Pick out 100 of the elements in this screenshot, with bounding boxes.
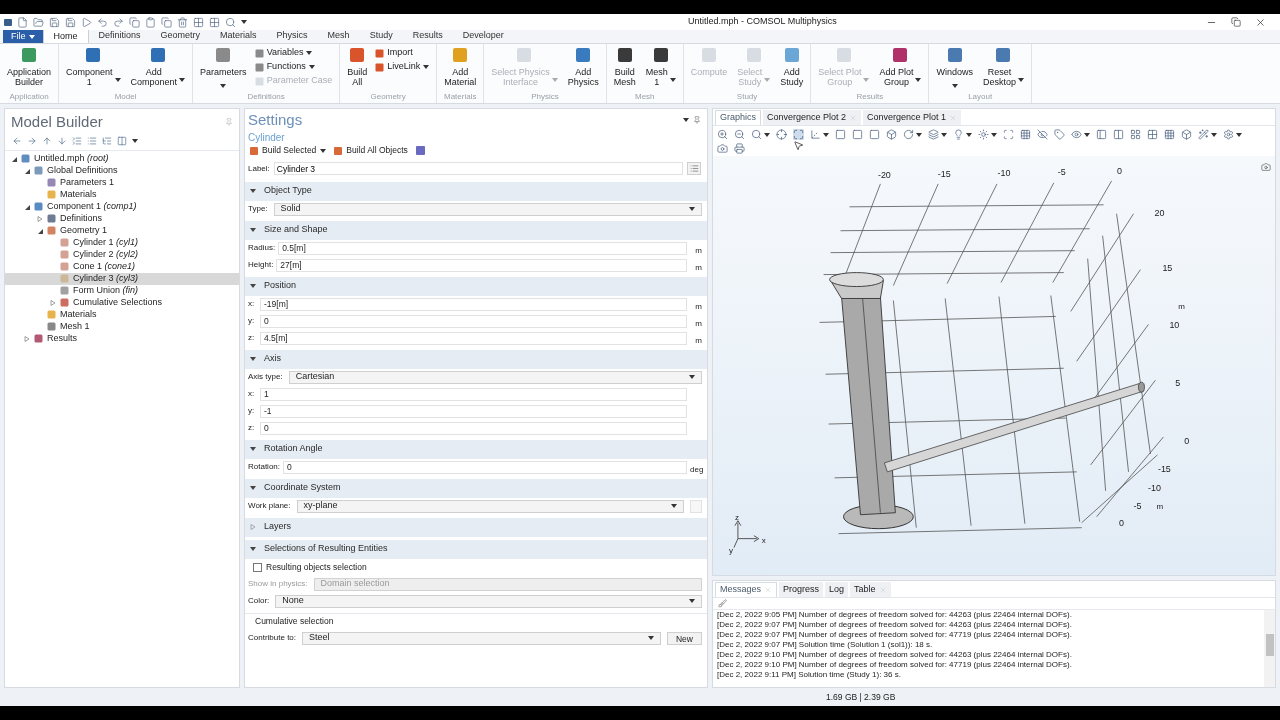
expanded-icon[interactable] [37, 227, 43, 234]
ribbon-button[interactable]: Import [375, 46, 430, 60]
dropdown[interactable]: None [275, 594, 702, 608]
toolbar-button[interactable] [953, 129, 972, 140]
panel-tab[interactable]: Convergence Plot 2 [763, 110, 862, 125]
text-field[interactable]: 1 [260, 387, 687, 401]
toolbar-button[interactable] [903, 129, 922, 140]
ribbon-button[interactable]: Parameters [196, 44, 251, 90]
text-field[interactable]: 27[m] [276, 258, 687, 272]
tree-item[interactable]: Cylinder 3 (cyl3) [5, 272, 239, 285]
ribbon-button[interactable]: Mesh 1 [641, 44, 680, 87]
ribbon-button[interactable]: Add Material [440, 44, 481, 87]
ribbon-button[interactable]: Add Component [126, 44, 190, 87]
ribbon-tab[interactable]: Physics [266, 29, 318, 43]
ribbon-tab[interactable]: Study [359, 29, 403, 43]
panel-tab[interactable]: Graphics [715, 110, 761, 125]
text-field[interactable]: -1 [260, 404, 687, 418]
panel-tab[interactable]: Table [850, 582, 891, 597]
tree-item[interactable]: Form Union (fin) [5, 284, 239, 297]
tree-item[interactable]: Global Definitions [5, 164, 239, 177]
dropdown[interactable]: Cartesian [288, 370, 702, 384]
restore-button[interactable] [1231, 17, 1241, 27]
collapsed-icon[interactable] [50, 299, 56, 306]
ribbon-button[interactable]: Add Study [776, 44, 808, 87]
scrollbar[interactable] [1264, 610, 1275, 687]
tree-item[interactable]: Definitions [5, 212, 239, 225]
tree-item[interactable]: Geometry 1 [5, 224, 239, 237]
text-field[interactable]: Cylinder 3 [273, 162, 683, 175]
toolbar-button[interactable] [928, 129, 947, 140]
dropdown[interactable]: xy-plane [296, 499, 684, 513]
ribbon-tab[interactable]: Definitions [88, 29, 151, 43]
tree-item[interactable]: Mesh 1 [5, 320, 239, 333]
tree-item[interactable]: Cone 1 (cone1) [5, 260, 239, 273]
toolbar-button[interactable] [751, 129, 770, 140]
new-button[interactable]: New [667, 631, 702, 645]
tree-item[interactable]: Cylinder 2 (cyl2) [5, 248, 239, 261]
ribbon-button[interactable]: Add Physics [563, 44, 603, 87]
toolbar-button[interactable] [1223, 129, 1242, 140]
toolbar-button[interactable] [810, 129, 829, 140]
ribbon-button[interactable]: LiveLink [375, 60, 430, 74]
ribbon-button[interactable]: Component 1 [62, 44, 125, 87]
ribbon-tab[interactable]: Materials [210, 29, 267, 43]
tree-item[interactable]: Materials [5, 188, 239, 201]
toolbar-button[interactable] [1198, 129, 1217, 140]
tree-item[interactable]: Component 1 (comp1) [5, 200, 239, 213]
clear-button[interactable] [718, 599, 727, 608]
tree-item[interactable]: Cumulative Selections [5, 296, 239, 309]
collapsed-icon[interactable] [24, 335, 30, 342]
file-menu-button[interactable]: File [3, 30, 43, 43]
text-field[interactable]: 0 [283, 460, 687, 474]
ribbon-button[interactable]: Functions [254, 60, 333, 74]
text-field[interactable]: 0 [260, 421, 687, 435]
build-button[interactable]: Build All Objects [334, 144, 408, 157]
expanded-icon[interactable] [24, 203, 30, 210]
edit-button[interactable] [687, 162, 701, 175]
panel-tab[interactable]: Log [825, 582, 849, 597]
expanded-icon[interactable] [11, 155, 17, 162]
close-button[interactable] [1255, 16, 1266, 28]
geometry-view[interactable]: -20 -15 -10 -5 0 20 15 10 5 0 m -15 -10 -5 0 m z x y [713, 156, 1275, 575]
ribbon-tab[interactable]: Geometry [150, 29, 211, 43]
text-field[interactable]: 4.5[m] [260, 331, 687, 345]
tree-item[interactable]: Results [5, 332, 239, 345]
expanded-icon[interactable] [24, 167, 30, 174]
section-header[interactable]: Size and Shape [245, 220, 707, 240]
dropdown[interactable]: Solid [273, 202, 702, 216]
ribbon-button[interactable]: Build Mesh [609, 44, 640, 87]
text-field[interactable]: 0.5[m] [278, 241, 687, 255]
ribbon-button[interactable]: Reset Desktop [978, 44, 1028, 87]
tree-item[interactable]: Parameters 1 [5, 176, 239, 189]
ribbon-button[interactable]: Build All [343, 44, 372, 87]
text-field[interactable]: -19[m] [260, 297, 687, 311]
section-header[interactable]: Coordinate System [245, 478, 707, 498]
section-header[interactable]: Position [245, 276, 707, 296]
collapsed-icon[interactable] [37, 215, 43, 222]
dropdown[interactable]: Steel [302, 631, 661, 645]
section-header[interactable]: Object Type [245, 181, 707, 201]
rod-drawing[interactable] [884, 381, 1145, 473]
ribbon-button[interactable]: Windows [932, 44, 977, 90]
section-header[interactable]: Selections of Resulting Entities [245, 539, 707, 559]
section-header[interactable]: Rotation Angle [245, 439, 707, 459]
toolbar-button[interactable] [978, 129, 997, 140]
build-button[interactable]: Build Selected [250, 144, 327, 157]
section-header[interactable]: Axis [245, 349, 707, 369]
ribbon-tab[interactable]: Developer [452, 29, 514, 43]
tree-item[interactable]: Cylinder 1 (cyl1) [5, 236, 239, 249]
ribbon-button[interactable]: Add Plot Group [875, 44, 926, 87]
toolbar-button[interactable] [1071, 129, 1090, 140]
cylinder-drawing[interactable] [829, 272, 914, 530]
ribbon-tab[interactable]: Mesh [317, 29, 360, 43]
section-header[interactable]: Layers [245, 517, 707, 537]
checkbox[interactable] [253, 562, 262, 572]
panel-tab[interactable]: Messages [715, 582, 778, 597]
ribbon-tab[interactable]: Results [402, 29, 453, 43]
ribbon-button[interactable]: Variables [254, 46, 333, 60]
tree-item[interactable]: Untitled.mph (root) [5, 152, 239, 165]
text-field[interactable]: 0 [260, 314, 687, 328]
panel-tab[interactable]: Progress [779, 582, 824, 597]
tree-item[interactable]: Materials [5, 308, 239, 321]
panel-tab[interactable]: Convergence Plot 1 [863, 110, 962, 125]
ribbon-button[interactable]: Application Builder [3, 44, 56, 87]
